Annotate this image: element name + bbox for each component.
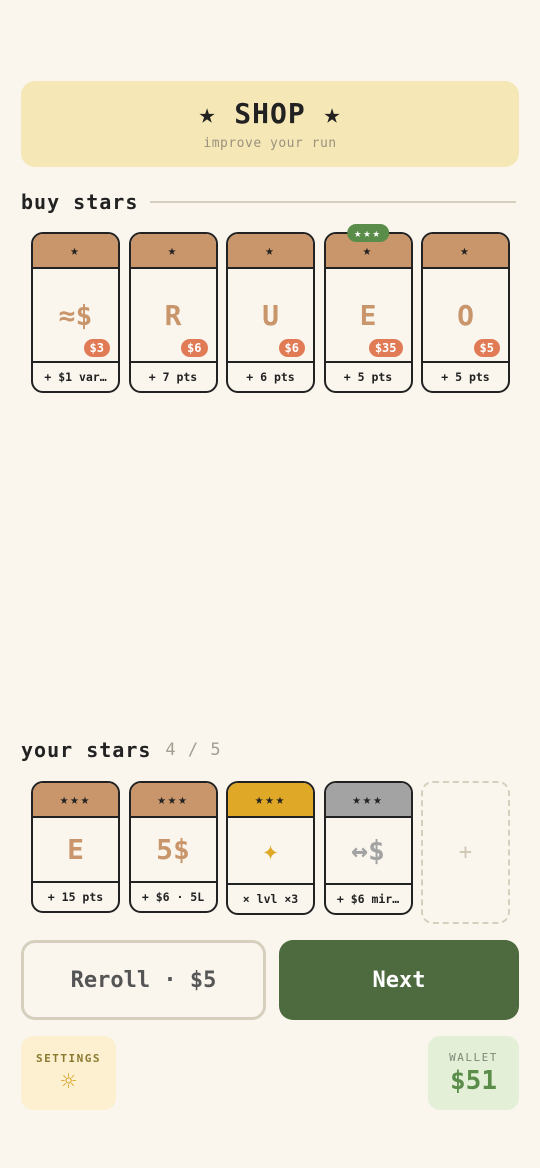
card-glyph: R $6 — [131, 269, 216, 361]
card-stars: ★ — [130, 234, 216, 269]
card-stars: ★★★ — [228, 783, 313, 818]
buy-stars-header: buy stars — [21, 190, 517, 214]
price-badge: $5 — [473, 339, 500, 357]
owned-card[interactable]: ★★★ 5$ + $6 · 5L — [128, 781, 218, 913]
card-glyph: ≈$ $3 — [33, 269, 118, 361]
card-glyph-text: U — [262, 298, 279, 332]
card-stars: ★ — [33, 234, 118, 269]
tier-badge: ★★★ — [347, 224, 389, 242]
card-glyph: E — [33, 818, 118, 881]
card-glyph: U $6 — [228, 269, 313, 361]
price-badge: $35 — [368, 339, 403, 357]
owned-card[interactable]: ★★★ ✦ × lvl ×3 — [226, 781, 315, 915]
card-glyph-text: O — [457, 298, 474, 332]
your-stars-title: your stars — [21, 738, 152, 762]
card-effect: + 5 pts — [423, 361, 508, 391]
card-effect: + $6 mir… — [325, 883, 411, 913]
owned-card[interactable]: ★★★ E + 15 pts — [31, 781, 120, 913]
card-effect: + 15 pts — [33, 881, 118, 911]
card-glyph-text: E — [359, 298, 377, 332]
card-glyph: E $35 — [326, 269, 411, 361]
wallet-panel: WALLET $51 — [428, 1036, 519, 1110]
shop-card[interactable]: ★ U $6 + 6 pts — [226, 232, 315, 393]
buy-stars-title: buy stars — [21, 190, 139, 214]
card-glyph: 5$ — [131, 818, 216, 881]
card-stars: ★★★ — [325, 783, 411, 818]
card-glyph-text: R — [164, 298, 182, 332]
card-glyph: O $5 — [423, 269, 508, 361]
shop-cards: ★ ≈$ $3 + $1 var… ★ R $6 + 7 pts ★ U $6 … — [31, 224, 519, 393]
card-effect: × lvl ×3 — [228, 883, 313, 913]
card-stars: ★★★ — [130, 783, 216, 818]
card-glyph-text: E — [67, 833, 84, 866]
card-glyph: ✦ — [228, 818, 313, 883]
plus-icon: + — [458, 840, 473, 865]
next-button[interactable]: Next — [279, 940, 519, 1020]
card-glyph: ↔$ — [326, 818, 411, 883]
shop-subtitle: improve your run — [203, 136, 337, 151]
price-badge: $3 — [83, 339, 110, 357]
card-glyph-text: ≈$ — [58, 298, 93, 332]
card-glyph-text: ↔$ — [351, 834, 385, 867]
gear-icon: ☼ — [60, 1066, 77, 1097]
slot-count: 4 / 5 — [165, 740, 222, 760]
shop-banner: ★ SHOP ★ improve your run — [21, 81, 519, 167]
your-stars-header: your stars 4 / 5 — [21, 738, 222, 762]
empty-slot[interactable]: + — [421, 781, 510, 924]
owned-card[interactable]: ★★★ ↔$ + $6 mir… — [323, 781, 413, 915]
card-effect: + $1 var… — [33, 361, 118, 391]
wallet-label: WALLET — [449, 1050, 498, 1064]
card-stars: ★★★ — [33, 783, 118, 818]
card-effect: + 6 pts — [228, 361, 313, 391]
card-stars: ★ — [423, 234, 508, 269]
shop-card[interactable]: ★★★ ★ E $35 + 5 pts — [323, 224, 413, 393]
wallet-value: $51 — [450, 1065, 497, 1096]
shop-card[interactable]: ★ O $5 + 5 pts — [421, 232, 510, 393]
reroll-button[interactable]: Reroll · $5 — [21, 940, 266, 1020]
settings-button[interactable]: SETTINGS ☼ — [21, 1036, 116, 1110]
owned-cards: ★★★ E + 15 pts ★★★ 5$ + $6 · 5L ★★★ ✦ × … — [31, 781, 519, 924]
shop-card[interactable]: ★ ≈$ $3 + $1 var… — [31, 232, 120, 393]
shop-card[interactable]: ★ R $6 + 7 pts — [128, 232, 218, 393]
price-badge: $6 — [278, 339, 305, 357]
card-effect: + 7 pts — [130, 361, 216, 391]
price-badge: $6 — [181, 339, 208, 357]
sparkle-icon: ✦ — [262, 834, 279, 867]
divider — [150, 201, 517, 203]
shop-title: ★ SHOP ★ — [198, 97, 342, 130]
card-effect: + $6 · 5L — [130, 881, 216, 911]
card-stars: ★ — [228, 234, 313, 269]
card-effect: + 5 pts — [325, 361, 411, 391]
card-glyph-text: 5$ — [156, 833, 190, 866]
settings-label: SETTINGS — [36, 1051, 101, 1065]
